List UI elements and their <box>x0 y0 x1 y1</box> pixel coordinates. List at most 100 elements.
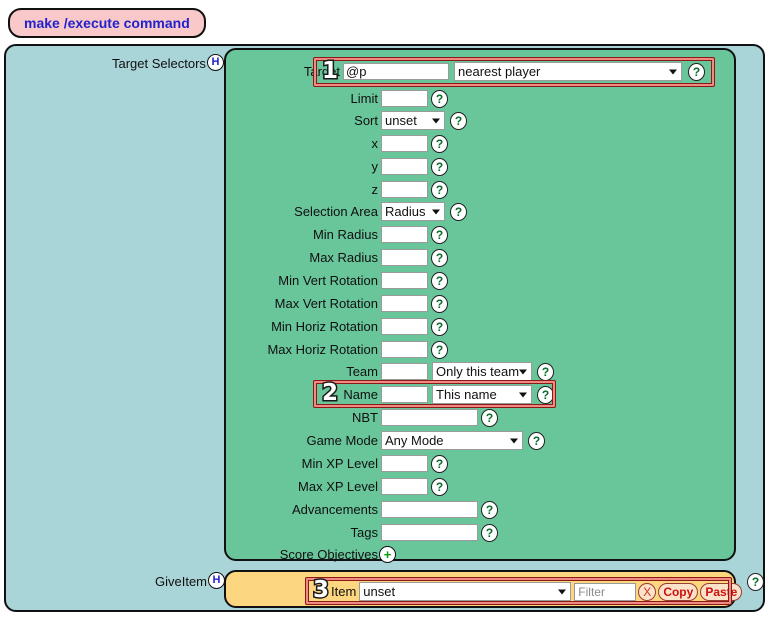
min-xp-level-input[interactable] <box>381 455 428 472</box>
limit-input[interactable] <box>381 90 428 107</box>
help-icon-team[interactable]: ? <box>537 362 554 381</box>
chevron-down-icon <box>519 392 527 397</box>
help-icon-max-radius[interactable]: ? <box>431 248 448 267</box>
max-xp-level-input[interactable] <box>381 478 428 495</box>
help-letter-icon[interactable]: H <box>206 54 224 71</box>
x-input[interactable] <box>381 135 428 152</box>
help-icon-game-mode[interactable]: ? <box>528 431 545 450</box>
help-icon-max-horiz-rotation[interactable]: ? <box>431 340 448 359</box>
chevron-down-icon <box>669 69 677 74</box>
field-row-max-xp-level: Max XP Level ? <box>262 476 448 497</box>
item-filter-input[interactable]: Filter <box>574 582 637 601</box>
field-row-max-horiz-rotation: Max Horiz Rotation ? <box>262 339 448 360</box>
z-input[interactable] <box>381 181 428 198</box>
field-label-x: x <box>371 136 379 151</box>
max-horiz-rotation-input[interactable] <box>381 341 428 358</box>
item-select[interactable]: unset <box>359 582 572 601</box>
field-row-min-radius: Min Radius ? <box>262 224 448 245</box>
help-icon-target[interactable]: ? <box>688 62 705 81</box>
field-label-team: Team <box>346 364 378 379</box>
section-label-target-selectors: Target Selectors <box>112 56 206 71</box>
step-badge-1: 1 <box>320 58 339 84</box>
help-icon-max-vert-rotation[interactable]: ? <box>431 294 448 313</box>
section-label-give-item: GiveItem <box>155 574 208 589</box>
nbt-input[interactable] <box>381 409 478 426</box>
help-icon-min-vert-rotation[interactable]: ? <box>431 271 448 290</box>
field-label-item: Item <box>331 584 357 599</box>
field-label-z: z <box>371 182 379 197</box>
step-badge-3: 3 <box>311 577 330 603</box>
help-icon-sort[interactable]: ? <box>450 111 467 130</box>
field-row-max-vert-rotation: Max Vert Rotation ? <box>262 293 448 314</box>
paste-item-button[interactable]: Paste <box>700 582 743 601</box>
field-label-max-horiz-rotation: Max Horiz Rotation <box>267 342 378 357</box>
sort-select[interactable]: unset <box>381 111 445 130</box>
field-label-max-vert-rotation: Max Vert Rotation <box>274 296 378 311</box>
help-icon-nbt[interactable]: ? <box>481 408 498 427</box>
field-row-max-radius: Max Radius ? <box>262 247 448 268</box>
min-radius-input[interactable] <box>381 226 428 243</box>
team-select[interactable]: Only this team <box>432 362 532 381</box>
field-label-min-vert-rotation: Min Vert Rotation <box>278 273 378 288</box>
help-icon-y[interactable]: ? <box>431 157 448 176</box>
field-label-y: y <box>371 159 379 174</box>
help-icon-selection-area[interactable]: ? <box>450 202 467 221</box>
selection-area-select[interactable]: Radius <box>381 202 445 221</box>
command-title-pill[interactable]: make /execute command <box>8 8 206 38</box>
help-icon-name[interactable]: ? <box>537 385 554 404</box>
team-input[interactable] <box>381 363 428 380</box>
field-label-min-horiz-rotation: Min Horiz Rotation <box>271 319 378 334</box>
chevron-down-icon <box>558 589 567 594</box>
target-input[interactable] <box>343 63 449 80</box>
field-row-min-vert-rotation: Min Vert Rotation ? <box>262 270 448 291</box>
help-icon-x[interactable]: ? <box>431 134 448 153</box>
min-horiz-rotation-input[interactable] <box>381 318 428 335</box>
clear-item-button[interactable]: X <box>638 582 657 601</box>
field-row-item: Item unset Filter X Copy Paste <box>331 581 743 602</box>
game-mode-select-value: Any Mode <box>385 433 444 448</box>
help-icon-give-item[interactable]: ? <box>747 573 764 591</box>
field-row-advancements: Advancements ? <box>262 499 498 520</box>
help-icon-advancements[interactable]: ? <box>481 500 498 519</box>
field-row-score-objectives: Score Objectives + <box>262 544 396 565</box>
help-icon-min-radius[interactable]: ? <box>431 225 448 244</box>
field-row-selection-area: Selection Area Radius ? <box>262 201 467 222</box>
name-select[interactable]: This name <box>432 385 532 404</box>
app-root: make /execute command Target Selectors H… <box>0 0 773 618</box>
field-label-min-radius: Min Radius <box>312 227 378 242</box>
field-row-min-horiz-rotation: Min Horiz Rotation ? <box>262 316 448 337</box>
copy-item-button[interactable]: Copy <box>658 582 699 601</box>
min-vert-rotation-input[interactable] <box>381 272 428 289</box>
name-input[interactable] <box>381 386 428 403</box>
field-row-nbt: NBT ? <box>262 407 498 428</box>
field-label-tags: Tags <box>350 525 378 540</box>
help-icon-limit[interactable]: ? <box>431 89 448 108</box>
add-score-objective-icon[interactable]: + <box>379 546 396 563</box>
field-label-max-xp-level: Max XP Level <box>298 479 378 494</box>
step-badge-2: 2 <box>320 380 339 406</box>
field-label-game-mode: Game Mode <box>306 433 378 448</box>
help-icon-z[interactable]: ? <box>431 180 448 199</box>
target-select[interactable]: nearest player <box>454 62 682 81</box>
help-icon-tags[interactable]: ? <box>481 523 498 542</box>
game-mode-select[interactable]: Any Mode <box>381 431 523 450</box>
tags-input[interactable] <box>381 524 478 541</box>
chevron-down-icon <box>432 209 440 214</box>
y-input[interactable] <box>381 158 428 175</box>
help-icon-min-horiz-rotation[interactable]: ? <box>431 317 448 336</box>
field-row-team: Team Only this team ? <box>262 361 554 382</box>
field-row-min-xp-level: Min XP Level ? <box>262 453 448 474</box>
field-row-sort: Sort unset ? <box>262 110 467 131</box>
field-label-sort: Sort <box>354 113 378 128</box>
field-row-game-mode: Game Mode Any Mode ? <box>262 430 545 451</box>
max-vert-rotation-input[interactable] <box>381 295 428 312</box>
advancements-input[interactable] <box>381 501 478 518</box>
field-row-z: z ? <box>262 179 448 200</box>
help-icon-max-xp-level[interactable]: ? <box>431 477 448 496</box>
max-radius-input[interactable] <box>381 249 428 266</box>
chevron-down-icon <box>519 369 527 374</box>
help-icon-min-xp-level[interactable]: ? <box>431 454 448 473</box>
field-row-y: y ? <box>262 156 448 177</box>
help-letter-icon[interactable]: H <box>208 572 226 589</box>
field-row-tags: Tags ? <box>262 522 498 543</box>
